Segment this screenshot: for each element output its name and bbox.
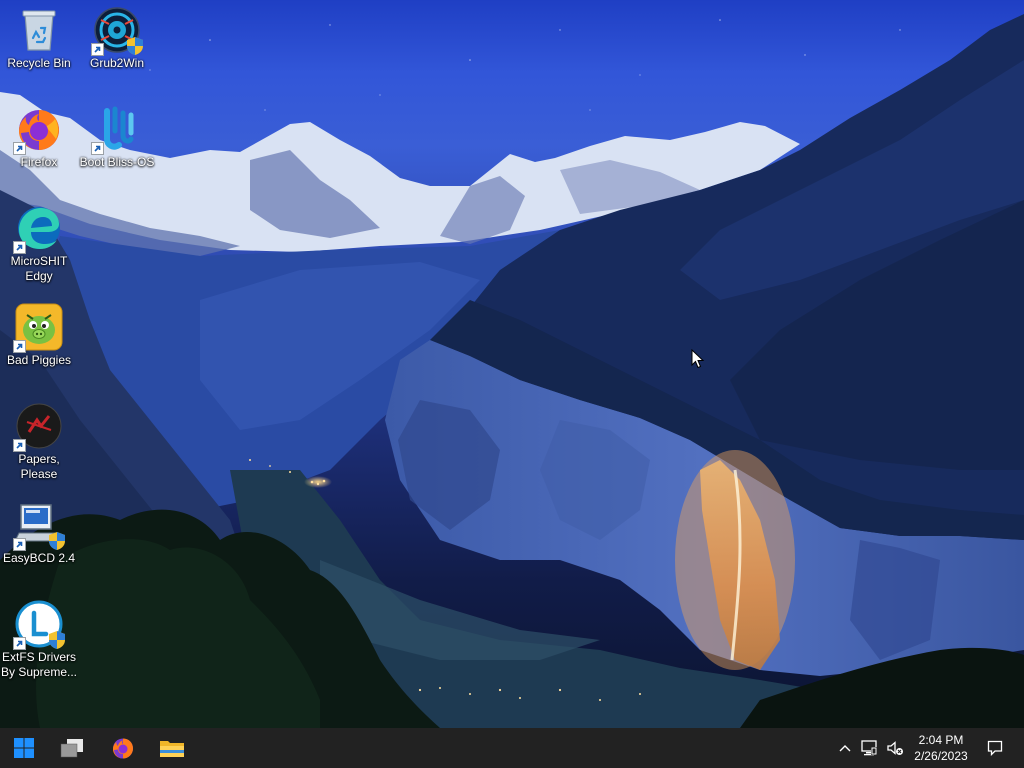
taskbar: 2:04 PM 2/26/2023	[0, 728, 1024, 768]
volume-muted-icon	[887, 741, 903, 755]
desktop-icon-grub2win[interactable]: Grub2Win	[78, 6, 156, 71]
shortcut-arrow-icon	[13, 142, 26, 155]
uac-shield-icon	[48, 630, 66, 650]
uac-shield-icon	[48, 531, 66, 551]
shortcut-arrow-icon	[91, 142, 104, 155]
shortcut-arrow-icon	[91, 43, 104, 56]
shortcut-arrow-icon	[13, 538, 26, 551]
clock-date: 2/26/2023	[914, 749, 968, 763]
papers-please-label: Papers, Please	[18, 452, 60, 481]
grub2win-icon	[91, 6, 144, 56]
easybcd-icon	[13, 501, 66, 551]
task-view-icon	[60, 739, 83, 758]
network-icon	[861, 740, 877, 756]
papers-please-icon	[13, 402, 63, 452]
show-hidden-icons-button[interactable]	[836, 728, 854, 768]
desktop-icon-bad-piggies[interactable]: Bad Piggies	[0, 303, 78, 368]
network-button[interactable]	[858, 728, 880, 768]
extfs-drivers-icon	[13, 600, 66, 650]
recycle-bin-icon	[15, 6, 63, 54]
firefox-label: Firefox	[20, 155, 58, 169]
grub2win-label: Grub2Win	[89, 56, 145, 70]
action-center-icon	[987, 740, 1003, 756]
task-view-button[interactable]	[48, 728, 96, 768]
bliss-os-icon	[91, 105, 141, 155]
taskbar-file-explorer-button[interactable]	[148, 728, 196, 768]
extfs-drivers-label: ExtFS Drivers By Supreme...	[0, 650, 78, 679]
shortcut-arrow-icon	[13, 637, 26, 650]
desktop-icon-extfs-drivers[interactable]: ExtFS Drivers By Supreme...	[0, 600, 78, 680]
bad-piggies-icon	[13, 303, 63, 353]
start-button[interactable]	[0, 728, 48, 768]
windows-start-icon	[14, 738, 34, 758]
boot-bliss-os-label: Boot Bliss-OS	[79, 155, 155, 169]
easybcd-label: EasyBCD 2.4	[2, 551, 76, 565]
mouse-pointer-icon	[691, 349, 705, 369]
microshit-edgy-label: MicroSHIT Edgy	[10, 254, 68, 283]
desktop[interactable]: Recycle Bin Grub2Win Firefox Boot Bliss-…	[0, 0, 1024, 728]
taskbar-clock[interactable]: 2:04 PM 2/26/2023	[906, 732, 976, 764]
file-explorer-icon	[160, 741, 184, 757]
desktop-icon-boot-bliss-os[interactable]: Boot Bliss-OS	[78, 105, 156, 170]
desktop-icon-easybcd[interactable]: EasyBCD 2.4	[0, 501, 78, 566]
taskbar-firefox-button[interactable]	[99, 728, 147, 768]
clock-time: 2:04 PM	[918, 733, 964, 747]
action-center-button[interactable]	[984, 728, 1006, 768]
shortcut-arrow-icon	[13, 340, 26, 353]
uac-shield-icon	[126, 36, 144, 56]
desktop-icon-papers-please[interactable]: Papers, Please	[0, 402, 78, 482]
desktop-icon-firefox[interactable]: Firefox	[0, 105, 78, 170]
recycle-bin-label: Recycle Bin	[7, 56, 71, 70]
desktop-icon-microshit-edgy[interactable]: MicroSHIT Edgy	[0, 204, 78, 284]
shortcut-arrow-icon	[13, 439, 26, 452]
volume-button[interactable]	[884, 728, 906, 768]
desktop-icon-recycle-bin[interactable]: Recycle Bin	[0, 6, 78, 71]
edge-icon	[13, 204, 63, 254]
firefox-icon	[13, 105, 63, 155]
bad-piggies-label: Bad Piggies	[6, 353, 72, 367]
shortcut-arrow-icon	[13, 241, 26, 254]
firefox-icon	[113, 738, 133, 759]
chevron-up-icon	[839, 745, 851, 752]
